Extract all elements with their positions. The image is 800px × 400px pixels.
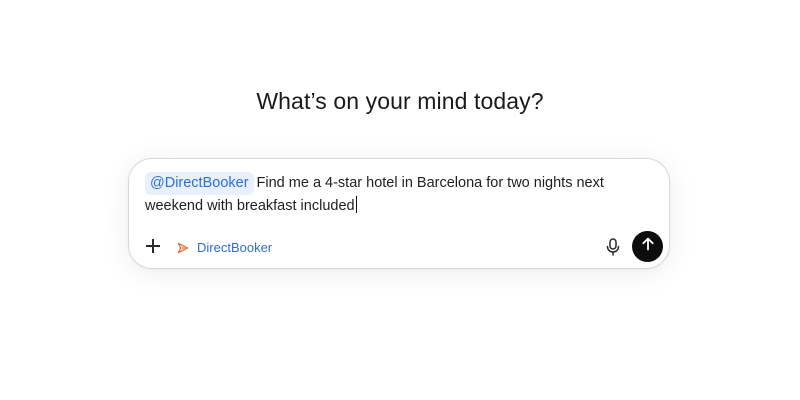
- page: What’s on your mind today? @DirectBooker…: [0, 0, 800, 400]
- prompt-input[interactable]: @DirectBooker Find me a 4-star hotel in B…: [145, 172, 655, 218]
- microphone-button[interactable]: [604, 237, 622, 257]
- page-title: What’s on your mind today?: [256, 88, 544, 114]
- arrow-up-icon: [641, 237, 655, 256]
- microphone-icon: [604, 238, 622, 261]
- text-caret: [355, 196, 357, 213]
- chat-composer[interactable]: @DirectBooker Find me a 4-star hotel in B…: [128, 158, 670, 269]
- agent-label: DirectBooker: [197, 239, 273, 255]
- send-button[interactable]: [632, 231, 663, 262]
- send-arrow-icon: [177, 241, 189, 254]
- agent-selector[interactable]: DirectBooker: [177, 238, 272, 256]
- add-attachment-button[interactable]: [144, 237, 162, 255]
- mention-chip[interactable]: @DirectBooker: [145, 172, 254, 195]
